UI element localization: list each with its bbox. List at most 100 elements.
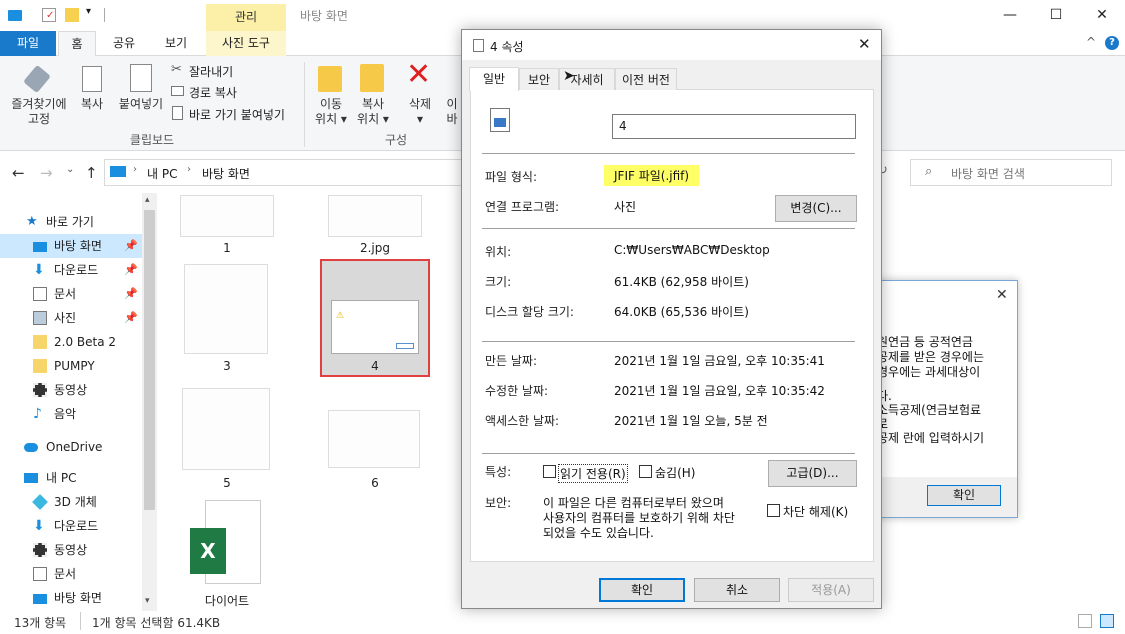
sidebar-item-desktop[interactable]: 바탕 화면 📌 <box>0 234 142 258</box>
file-thumbnail[interactable] <box>328 195 422 237</box>
file-thumbnail[interactable] <box>328 410 420 468</box>
help-icon[interactable]: ? <box>1105 36 1119 50</box>
sidebar-item-videos[interactable]: 동영상 <box>0 378 142 402</box>
file-label[interactable]: 다이어트 <box>180 592 274 609</box>
sidebar-item-label: 음악 <box>54 407 77 421</box>
file-thumbnail[interactable] <box>184 264 268 354</box>
message-box-close-button[interactable]: ✕ <box>996 287 1008 303</box>
pin-to-quick-access-button[interactable]: 즐겨찾기에 고정 <box>4 97 74 127</box>
ribbon-collapse-icon[interactable]: ^ <box>1086 35 1096 49</box>
sidebar-item-desktop[interactable]: 바탕 화면 <box>0 586 142 610</box>
dialog-close-button[interactable]: ✕ <box>858 35 871 53</box>
sidebar-item-this-pc[interactable]: 내 PC <box>0 466 142 490</box>
sidebar-scrollbar-thumb[interactable] <box>144 210 155 510</box>
delete-button[interactable]: 삭제 ▾ <box>402 97 438 127</box>
tab-previous-versions[interactable]: 이전 버전 <box>615 68 677 90</box>
new-folder-quick-icon[interactable] <box>65 8 79 22</box>
search-input[interactable]: 바탕 화면 검색 <box>910 159 1112 186</box>
pin-icon[interactable]: 📌 <box>124 258 138 282</box>
pin-icon[interactable]: 📌 <box>124 306 138 330</box>
sidebar-item-onedrive[interactable]: OneDrive <box>0 435 142 459</box>
sidebar-item-folder[interactable]: PUMPY <box>0 354 142 378</box>
copy-button[interactable]: 복사 <box>74 97 110 112</box>
file-label[interactable]: 2.jpg <box>328 241 422 255</box>
unblock-checkbox[interactable] <box>767 504 780 517</box>
modified-label: 수정한 날짜: <box>485 384 549 398</box>
sidebar-item-music[interactable]: ♪ 음악 <box>0 402 142 426</box>
readonly-checkbox[interactable] <box>543 465 556 478</box>
tab-file[interactable]: 파일 <box>0 31 56 56</box>
details-view-icon[interactable] <box>1078 614 1092 628</box>
ok-button[interactable]: 확인 <box>599 578 685 602</box>
tab-security[interactable]: 보안 <box>519 68 559 90</box>
sidebar-item-documents[interactable]: 문서 <box>0 562 142 586</box>
quick-access-dropdown-icon[interactable]: ▾ <box>86 6 91 17</box>
sidebar-item-downloads[interactable]: ⬇ 다운로드 📌 <box>0 258 142 282</box>
file-thumbnail[interactable] <box>180 195 274 237</box>
file-thumbnail[interactable] <box>182 388 270 470</box>
tab-home[interactable]: 홈 <box>58 31 96 57</box>
cancel-button[interactable]: 취소 <box>694 578 780 602</box>
move-to-button[interactable]: 이동 위치 ▾ <box>308 97 354 127</box>
folder-icon <box>33 335 47 349</box>
change-button[interactable]: 변경(C)... <box>775 195 857 222</box>
back-arrow-icon[interactable]: ← <box>12 164 25 182</box>
recent-dropdown-icon[interactable]: ⌄ <box>66 164 74 175</box>
paste-shortcut-button[interactable]: 바로 가기 붙여넣기 <box>189 106 285 123</box>
paste-icon <box>130 64 152 92</box>
file-label[interactable]: 6 <box>328 476 422 490</box>
copy-icon <box>82 66 102 92</box>
copy-to-button[interactable]: 복사 위치 ▾ <box>350 97 396 127</box>
properties-quick-icon[interactable]: ✓ <box>42 8 56 22</box>
file-label[interactable]: 4 <box>322 359 428 373</box>
pin-icon[interactable]: 📌 <box>124 234 138 258</box>
document-icon <box>33 287 47 301</box>
sidebar-item-downloads[interactable]: ⬇ 다운로드 <box>0 514 142 538</box>
maximize-button[interactable]: ☐ <box>1033 0 1079 31</box>
tab-view[interactable]: 보기 <box>154 31 198 56</box>
sidebar-item-documents[interactable]: 문서 📌 <box>0 282 142 306</box>
close-button[interactable]: ✕ <box>1079 0 1125 31</box>
scroll-up-icon[interactable]: ▴ <box>145 195 150 205</box>
minimize-button[interactable]: — <box>987 0 1033 31</box>
breadcrumb-desktop[interactable]: 바탕 화면 <box>202 165 250 182</box>
hidden-label[interactable]: 숨김(H) <box>655 464 695 481</box>
filename-input[interactable]: 4 <box>612 114 856 139</box>
sidebar-item-label: 문서 <box>54 567 77 581</box>
tab-general[interactable]: 일반 <box>469 67 519 91</box>
tab-picture-tools[interactable]: 사진 도구 <box>206 31 286 56</box>
file-label[interactable]: 5 <box>180 476 274 490</box>
scissors-icon: ✂ <box>171 62 182 77</box>
pin-icon[interactable]: 📌 <box>124 282 138 306</box>
copy-path-button[interactable]: 경로 복사 <box>189 84 237 101</box>
hidden-checkbox[interactable] <box>639 465 652 478</box>
rename-button[interactable]: 이 바 <box>443 97 461 127</box>
scroll-down-icon[interactable]: ▾ <box>145 596 150 606</box>
large-icons-view-icon[interactable] <box>1100 614 1114 628</box>
advanced-button[interactable]: 고급(D)... <box>768 460 857 487</box>
file-thumbnail[interactable]: ⚠ <box>331 300 419 354</box>
sidebar-item-3d-objects[interactable]: 3D 개체 <box>0 490 142 514</box>
tab-share[interactable]: 공유 <box>104 31 144 56</box>
desktop-icon <box>33 594 47 604</box>
forward-arrow-icon[interactable]: → <box>40 164 53 182</box>
sidebar-item-label: 다운로드 <box>54 519 99 533</box>
cut-button[interactable]: 잘라내기 <box>189 63 233 80</box>
up-arrow-icon[interactable]: ↑ <box>85 164 98 182</box>
disk-size-value: 64.0KB (65,536 바이트) <box>614 305 749 319</box>
security-text: 되었을 수도 있습니다. <box>543 526 654 540</box>
sidebar-item-videos[interactable]: 동영상 <box>0 538 142 562</box>
sidebar-item-folder[interactable]: 2.0 Beta 2 <box>0 330 142 354</box>
paste-button[interactable]: 붙여넣기 <box>112 97 170 112</box>
message-line: 경우에는 과세대상이 <box>877 365 981 379</box>
file-label[interactable]: 1 <box>180 241 274 255</box>
sidebar-item-pictures[interactable]: 사진 📌 <box>0 306 142 330</box>
apply-button[interactable]: 적용(A) <box>788 578 874 602</box>
file-label[interactable]: 3 <box>180 359 274 373</box>
breadcrumb-pc[interactable]: 내 PC <box>147 165 177 182</box>
readonly-label[interactable]: 읽기 전용(R) <box>558 464 628 483</box>
unblock-label[interactable]: 차단 해제(K) <box>783 503 848 520</box>
message-box-ok-button[interactable]: 확인 <box>927 485 1001 506</box>
sidebar-item-quick-access[interactable]: ★ 바로 가기 <box>0 210 142 234</box>
manage-context-tab[interactable]: 관리 <box>206 4 286 31</box>
